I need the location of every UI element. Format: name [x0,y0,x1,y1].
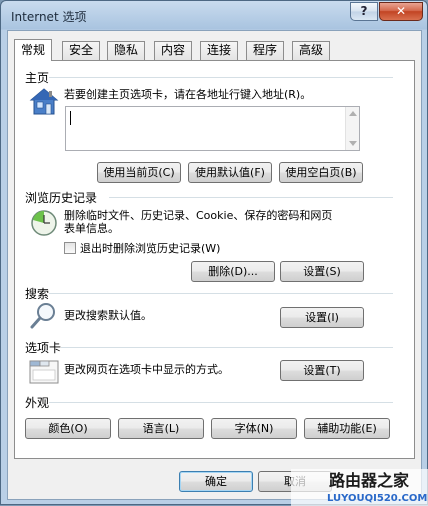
history-section-label: 浏览历史记录 [25,191,98,205]
appearance-section-label: 外观 [25,396,50,410]
use-default-button[interactable]: 使用默认值(F) [188,162,272,183]
scroll-down-icon[interactable] [349,141,357,146]
history-description-line1: 删除临时文件、历史记录、Cookie、保存的密码和网页 [64,209,333,222]
languages-button[interactable]: 语言(L) [118,418,204,439]
delete-on-exit-label[interactable]: 退出时删除浏览历史记录(W) [80,242,220,255]
tabs-divider [61,347,393,348]
history-divider [109,197,393,198]
use-blank-button[interactable]: 使用空白页(B) [279,162,363,183]
address-scrollbar[interactable] [345,107,359,150]
ok-button[interactable]: 确定 [179,471,253,492]
tabs-description: 更改网页在选项卡中显示的方式。 [64,363,229,376]
tab-security[interactable]: 安全 [62,41,101,60]
fonts-button[interactable]: 字体(N) [211,418,297,439]
window-title: Internet 选项 [11,10,87,24]
delete-on-exit-checkbox[interactable] [64,242,76,254]
delete-history-button[interactable]: 删除(D)... [191,261,275,282]
watermark-logo: 路由器之家 LUYOUQI520.COM [291,469,428,506]
dialog-body: 常规 安全 隐私 内容 连接 程序 高级 主页 若要创建主页选项卡，请在各地址行… [7,30,422,500]
tab-programs[interactable]: 程序 [246,41,285,60]
search-description: 更改搜索默认值。 [64,309,152,322]
watermark-url: LUYOUQI520.COM [327,493,427,504]
search-settings-button[interactable]: 设置(I) [280,307,364,328]
tab-general[interactable]: 常规 [14,39,53,61]
search-divider [49,293,393,294]
general-tab-panel: 主页 若要创建主页选项卡，请在各地址行键入地址(R)。 使用当前页(C) 使用默… [14,60,415,459]
homepage-description: 若要创建主页选项卡，请在各地址行键入地址(R)。 [64,88,312,101]
history-description-line2: 表单信息。 [64,222,119,235]
tabbed-window-icon [29,360,59,384]
tab-connections[interactable]: 连接 [200,41,239,60]
internet-options-window: Internet 选项 ? ✕ 常规 安全 隐私 内容 连接 程序 高级 主页 … [0,0,428,506]
colors-button[interactable]: 颜色(O) [25,418,111,439]
history-clock-icon [31,210,57,236]
use-current-button[interactable]: 使用当前页(C) [97,162,181,183]
title-bar[interactable]: Internet 选项 ? ✕ [1,1,427,30]
homepage-divider [49,77,393,78]
accessibility-button[interactable]: 辅助功能(E) [304,418,390,439]
search-section-label: 搜索 [25,287,50,301]
scroll-up-icon[interactable] [349,111,357,116]
close-button[interactable]: ✕ [379,2,423,21]
tab-privacy[interactable]: 隐私 [107,41,146,60]
watermark-brand: 路由器之家 [329,471,410,490]
tabs-settings-button[interactable]: 设置(T) [280,360,364,381]
tab-content[interactable]: 内容 [154,41,193,60]
home-icon [29,88,59,115]
history-settings-button[interactable]: 设置(S) [280,261,364,282]
tab-advanced[interactable]: 高级 [292,41,331,60]
text-caret [70,111,71,125]
search-magnifier-icon [30,303,55,329]
homepage-section-label: 主页 [25,71,50,85]
homepage-address-input[interactable] [65,106,360,151]
appearance-divider [49,402,393,403]
tabs-section-label: 选项卡 [25,341,62,355]
help-button[interactable]: ? [350,2,378,21]
